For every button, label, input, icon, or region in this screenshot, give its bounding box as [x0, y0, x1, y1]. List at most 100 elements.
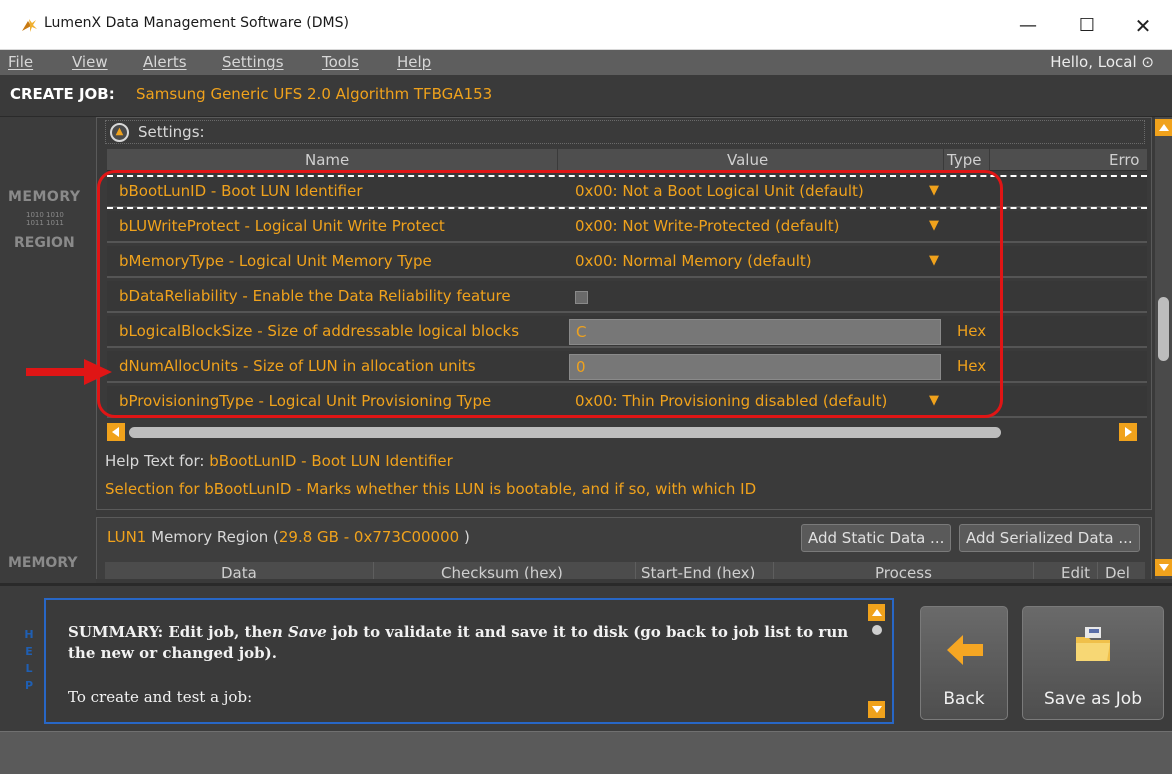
column-header-start-end[interactable]: Start-End (hex) — [641, 564, 755, 579]
setting-value-dropdown[interactable]: 0x00: Normal Memory (default) — [575, 252, 812, 270]
help-text-prefix: Help Text for: — [105, 452, 205, 470]
summary-scroll-thumb[interactable] — [872, 625, 882, 635]
column-separator — [1097, 562, 1098, 579]
memory-bits-decoration: 1010 1010 1011 1011 — [26, 211, 64, 227]
summary-subtitle: To create and test a job: — [68, 688, 253, 706]
help-letter: L — [25, 662, 33, 675]
memory-label-2: MEMORY — [8, 555, 78, 571]
folder-save-icon — [1076, 627, 1110, 661]
dropdown-arrow-icon[interactable]: ▼ — [929, 253, 939, 268]
settings-row-bluwriteprotect[interactable]: bLUWriteProtect - Logical Unit Write Pro… — [107, 211, 1147, 243]
add-serialized-data-button[interactable]: Add Serialized Data ... — [959, 524, 1140, 552]
setting-name: dNumAllocUnits - Size of LUN in allocati… — [119, 357, 476, 375]
scroll-right-icon[interactable] — [1119, 423, 1137, 441]
column-header-type[interactable]: Type — [947, 151, 981, 169]
column-header-data[interactable]: Data — [221, 564, 257, 579]
column-header-name[interactable]: Name — [305, 151, 349, 169]
settings-row-blogicalblocksize[interactable]: bLogicalBlockSize - Size of addressable … — [107, 316, 1147, 348]
settings-row-bmemorytype[interactable]: bMemoryType - Logical Unit Memory Type 0… — [107, 246, 1147, 278]
menu-settings[interactable]: Settings — [222, 53, 284, 71]
title-bar: LumenX Data Management Software (DMS) — … — [0, 0, 1172, 50]
dropdown-arrow-icon[interactable]: ▼ — [929, 183, 939, 198]
setting-name: bLUWriteProtect - Logical Unit Write Pro… — [119, 217, 445, 235]
scroll-down-icon[interactable] — [1155, 559, 1172, 576]
column-separator — [635, 562, 636, 579]
settings-row-dnumallocunits[interactable]: dNumAllocUnits - Size of LUN in allocati… — [107, 351, 1147, 383]
save-as-job-button[interactable]: Save as Job — [1022, 606, 1164, 720]
menu-file[interactable]: File — [8, 53, 33, 71]
create-job-header: CREATE JOB: Samsung Generic UFS 2.0 Algo… — [0, 75, 1172, 117]
column-separator — [1033, 562, 1034, 579]
minimize-button[interactable]: — — [1005, 10, 1051, 42]
lun-label: Memory Region ( — [151, 528, 279, 546]
settings-row-bprovisioningtype[interactable]: bProvisioningType - Logical Unit Provisi… — [107, 386, 1147, 418]
data-reliability-checkbox[interactable] — [575, 291, 588, 304]
setting-name: bBootLunID - Boot LUN Identifier — [119, 182, 363, 200]
dropdown-arrow-icon[interactable]: ▼ — [929, 218, 939, 233]
settings-row-bbootlunid[interactable]: bBootLunID - Boot LUN Identifier 0x00: N… — [107, 176, 1147, 208]
menu-alerts[interactable]: Alerts — [143, 53, 187, 71]
column-separator — [943, 149, 944, 171]
lun-size: 29.8 GB - 0x773C00000 — [278, 528, 460, 546]
maximize-button[interactable]: ☐ — [1064, 10, 1110, 42]
settings-grid-header: Name Value Type Erro — [107, 149, 1147, 171]
column-header-checksum[interactable]: Checksum (hex) — [441, 564, 563, 579]
column-header-error[interactable]: Erro — [1109, 151, 1139, 169]
setting-value-dropdown[interactable]: 0x00: Not Write-Protected (default) — [575, 217, 839, 235]
menu-bar: File View Alerts Settings Tools Help Hel… — [0, 50, 1172, 75]
setting-name: bMemoryType - Logical Unit Memory Type — [119, 252, 432, 270]
memory-label: MEMORY — [8, 189, 81, 205]
back-button[interactable]: Back — [920, 606, 1008, 720]
app-logo-icon — [22, 19, 37, 32]
bits-line-2: 1011 1011 — [26, 219, 64, 227]
summary-box: SUMMARY: Edit job, then Save job to vali… — [44, 598, 894, 724]
setting-value-dropdown[interactable]: 0x00: Not a Boot Logical Unit (default) — [575, 182, 864, 200]
arrow-left-icon — [947, 635, 983, 665]
lun-title: LUN1 Memory Region (29.8 GB - 0x773C0000… — [107, 528, 470, 546]
scroll-left-icon[interactable] — [107, 423, 125, 441]
num-alloc-units-input[interactable]: 0 — [569, 354, 941, 380]
help-text-item: bBootLunID - Boot LUN Identifier — [209, 452, 453, 470]
region-label: REGION — [14, 235, 75, 251]
horizontal-scroll-thumb[interactable] — [129, 427, 1001, 438]
column-separator — [773, 562, 774, 579]
logical-block-size-input[interactable]: C — [569, 319, 941, 345]
menu-tools[interactable]: Tools — [322, 53, 359, 71]
column-header-edit[interactable]: Edit — [1061, 564, 1090, 579]
summary-scroll-down-icon[interactable] — [868, 701, 885, 718]
column-header-value[interactable]: Value — [727, 151, 768, 169]
vertical-scrollbar[interactable] — [1155, 117, 1172, 579]
column-separator — [373, 562, 374, 579]
status-bar — [0, 731, 1172, 774]
menu-help[interactable]: Help — [397, 53, 431, 71]
column-header-process[interactable]: Process — [875, 564, 932, 579]
setting-name: bLogicalBlockSize - Size of addressable … — [119, 322, 520, 340]
close-button[interactable]: ✕ — [1120, 10, 1166, 42]
settings-row-bdatareliability[interactable]: bDataReliability - Enable the Data Relia… — [107, 281, 1147, 313]
setting-type-label: Hex — [957, 322, 987, 340]
chevron-up-icon[interactable]: ▲ — [110, 123, 129, 142]
scroll-up-icon[interactable] — [1155, 119, 1172, 136]
settings-header: ▲ Settings: — [105, 120, 1145, 144]
red-arrow-annotation-icon — [26, 359, 112, 385]
horizontal-scrollbar[interactable] — [107, 423, 1147, 441]
add-static-data-button[interactable]: Add Static Data ... — [801, 524, 952, 552]
summary-scroll-up-icon[interactable] — [868, 604, 885, 621]
user-greeting[interactable]: Hello, Local ⊙ — [1050, 53, 1154, 71]
create-job-label: CREATE JOB: — [10, 85, 115, 103]
left-gutter: MEMORY 1010 1010 1011 1011 REGION MEMORY — [0, 117, 96, 585]
lun-id: LUN1 — [107, 528, 147, 546]
vertical-scroll-thumb[interactable] — [1158, 297, 1169, 361]
setting-value-dropdown[interactable]: 0x00: Thin Provisioning disabled (defaul… — [575, 392, 887, 410]
setting-name: bDataReliability - Enable the Data Relia… — [119, 287, 511, 305]
setting-type-label: Hex — [957, 357, 987, 375]
column-header-del[interactable]: Del — [1105, 564, 1130, 579]
dropdown-arrow-icon[interactable]: ▼ — [929, 393, 939, 408]
setting-name: bProvisioningType - Logical Unit Provisi… — [119, 392, 492, 410]
help-letter: P — [24, 679, 34, 692]
menu-view[interactable]: View — [72, 53, 108, 71]
summary-lead: SUMMARY: Edit job, the — [68, 623, 272, 641]
settings-panel: ▲ Settings: Name Value Type Erro bBootLu… — [96, 117, 1152, 510]
settings-title: Settings: — [138, 123, 205, 141]
lun-memory-region-panel: LUN1 Memory Region (29.8 GB - 0x773C0000… — [96, 517, 1152, 579]
